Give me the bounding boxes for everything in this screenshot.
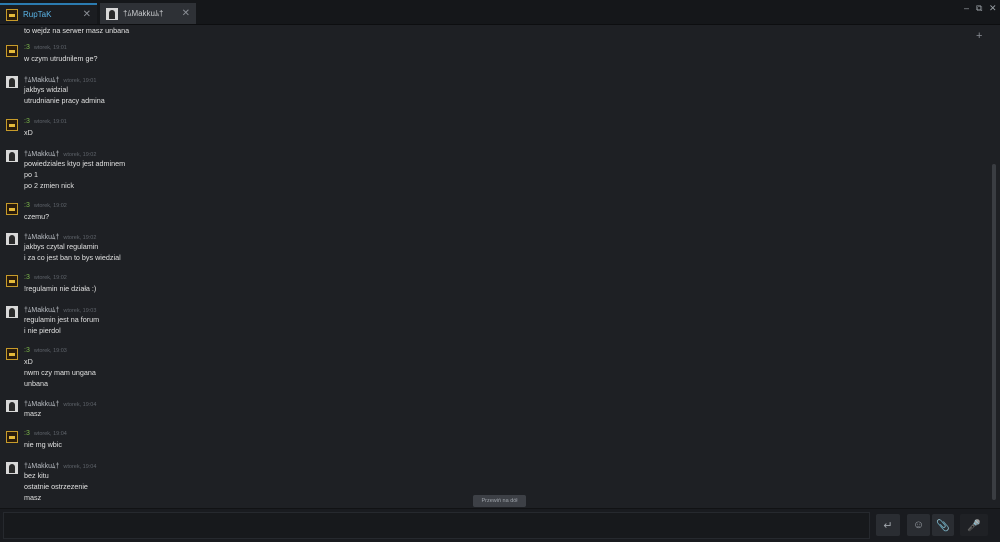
timestamp: wtorek, 19:04	[33, 431, 67, 437]
tab-bar: RupTaK ✕ †ﾑMakkuﾑ† ✕ – ⧉ ✕	[0, 0, 1000, 25]
close-icon[interactable]: ✕	[182, 8, 190, 19]
send-icon[interactable]: ↵	[876, 514, 900, 536]
message-body: powiedziales ktyo jest adminem po 1 po 2 z…	[24, 158, 125, 191]
message-input[interactable]	[3, 512, 870, 539]
timestamp: wtorek, 19:02	[33, 203, 67, 209]
author-name[interactable]: :3	[24, 274, 30, 281]
message-header: :3 wtorek, 19:01	[24, 44, 67, 51]
message-line: po 2 zmien nick	[24, 181, 74, 190]
message-header: :3 wtorek, 19:02	[24, 274, 67, 281]
tab-label: †ﾑMakkuﾑ†	[123, 9, 164, 18]
message-body: w czym utrudnilem ge?	[24, 53, 98, 64]
author-name[interactable]: †ﾑMakkuﾑ†	[24, 151, 59, 158]
avatar[interactable]	[6, 306, 18, 318]
author-name[interactable]: †ﾑMakkuﾑ†	[24, 401, 59, 408]
avatar[interactable]	[6, 462, 18, 474]
message-line: i za co jest ban to bys wiedzial	[24, 253, 121, 262]
author-name[interactable]: †ﾑMakkuﾑ†	[24, 77, 59, 84]
microphone-icon[interactable]: 🎤	[960, 514, 988, 536]
message-line: powiedziales ktyo jest adminem	[24, 159, 126, 168]
avatar[interactable]	[6, 431, 18, 443]
message-line: i nie pierdol	[24, 326, 61, 335]
message-body: !regulamin nie działa :)	[24, 283, 96, 294]
tab-label: RupTaK	[23, 10, 52, 19]
message-line: unbana	[24, 379, 48, 388]
avatar[interactable]	[6, 400, 18, 412]
message-header: :3 wtorek, 19:02	[24, 202, 67, 209]
timestamp: wtorek, 19:01	[33, 45, 67, 51]
maximize-icon[interactable]: ⧉	[976, 3, 982, 14]
message-line: nwm czy mam ungana	[24, 368, 96, 377]
avatar[interactable]	[6, 76, 18, 88]
message-body: xD nwm czy mam ungana unbana	[24, 356, 96, 389]
avatar	[106, 7, 118, 20]
tab-ruptak[interactable]: RupTaK ✕	[0, 3, 97, 24]
message-line: bez kitu	[24, 471, 49, 480]
avatar[interactable]	[6, 233, 18, 245]
emoji-icon[interactable]: ☺	[907, 514, 930, 536]
tab-makku[interactable]: †ﾑMakkuﾑ† ✕	[100, 3, 196, 24]
author-name[interactable]: :3	[24, 118, 30, 125]
message-line: masz	[24, 409, 42, 418]
message-line: xD	[24, 128, 33, 137]
message-line: utrudnianie pracy admina	[24, 96, 105, 105]
author-name[interactable]: :3	[24, 44, 30, 51]
author-name[interactable]: :3	[24, 430, 30, 437]
message-body: masz	[24, 408, 41, 419]
message-line: po 1	[24, 170, 38, 179]
message-body: xD	[24, 127, 33, 138]
message-line: czemu?	[24, 212, 50, 221]
timestamp: wtorek, 19:02	[33, 275, 67, 281]
author-name[interactable]: :3	[24, 202, 30, 209]
avatar	[6, 8, 18, 21]
timestamp: wtorek, 19:01	[33, 119, 67, 125]
avatar[interactable]	[6, 203, 18, 215]
message-body: jakbys widzial utrudnianie pracy admina	[24, 84, 105, 106]
avatar[interactable]	[6, 150, 18, 162]
message-header: :3 wtorek, 19:01	[24, 118, 67, 125]
message-body: bez kitu ostatnie ostrzezenie masz	[24, 470, 88, 503]
message-line: nie mg wbic	[24, 440, 62, 449]
author-name[interactable]: :3	[24, 347, 30, 354]
message-line: jakbys widzial	[24, 85, 68, 94]
avatar[interactable]	[6, 275, 18, 287]
message-header: :3 wtorek, 19:04	[24, 430, 67, 437]
close-window-icon[interactable]: ✕	[989, 3, 997, 14]
timestamp: wtorek, 19:03	[33, 348, 67, 354]
message-line: !regulamin nie działa :)	[24, 284, 97, 293]
message-line: xD	[24, 357, 33, 366]
message-line: to wejdz na serwer masz unbana	[24, 26, 130, 35]
message-header: :3 wtorek, 19:03	[24, 347, 67, 354]
minimize-icon[interactable]: –	[964, 3, 969, 13]
composer: ↵ ☺ 📎 🎤	[0, 508, 1000, 542]
timestamp: wtorek, 19:04	[63, 402, 97, 408]
message-line: jakbys czytal regulamin	[24, 242, 99, 251]
message-line: masz	[24, 493, 42, 502]
message-body: regulamin jest na forum i nie pierdol	[24, 314, 99, 336]
message-line: regulamin jest na forum	[24, 315, 100, 324]
avatar[interactable]	[6, 45, 18, 57]
author-name[interactable]: †ﾑMakkuﾑ†	[24, 234, 59, 241]
message-line: ostatnie ostrzezenie	[24, 482, 88, 491]
message-body: nie mg wbic	[24, 439, 62, 450]
message-line: w czym utrudnilem ge?	[24, 54, 98, 63]
close-icon[interactable]: ✕	[83, 9, 91, 20]
author-name[interactable]: †ﾑMakkuﾑ†	[24, 307, 59, 314]
chat-log: to wejdz na serwer masz unbana :3 wtorek,…	[0, 24, 985, 508]
paperclip-icon[interactable]: 📎	[932, 514, 954, 536]
avatar[interactable]	[6, 119, 18, 131]
avatar[interactable]	[6, 348, 18, 360]
jump-to-bottom-button[interactable]: Przewiń na dół	[473, 495, 526, 507]
author-name[interactable]: †ﾑMakkuﾑ†	[24, 463, 59, 470]
scrollbar[interactable]	[992, 164, 996, 500]
message-body: czemu?	[24, 211, 49, 222]
message-body: jakbys czytal regulamin i za co jest ban …	[24, 241, 121, 263]
